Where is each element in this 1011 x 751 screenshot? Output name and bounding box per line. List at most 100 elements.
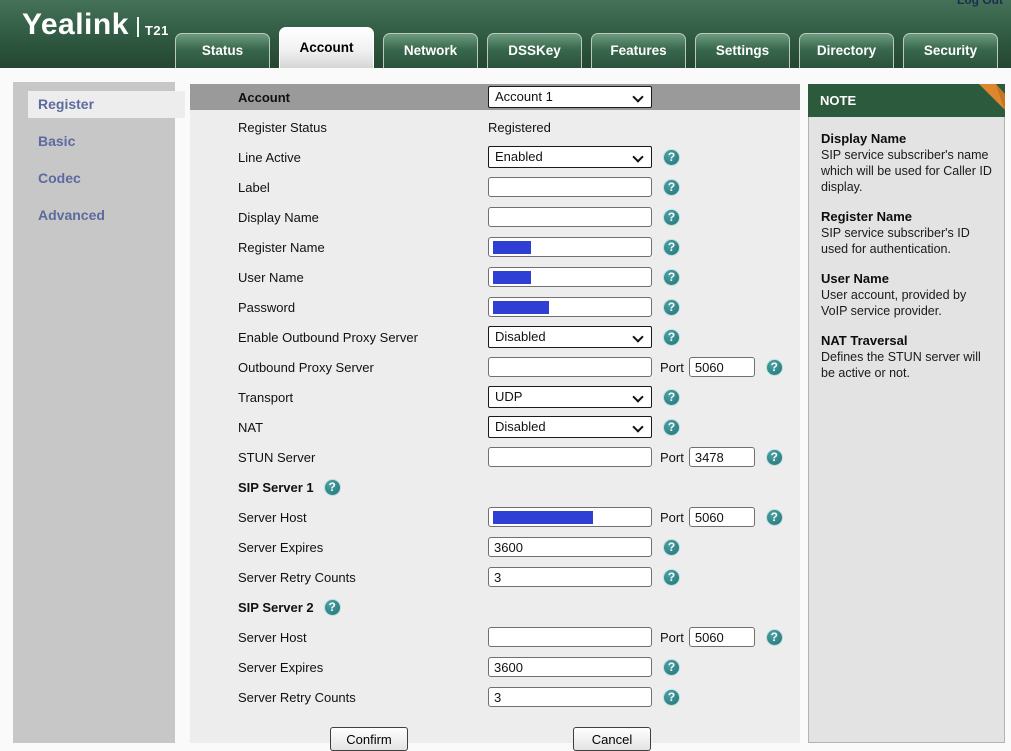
port-label: Port — [660, 510, 684, 525]
help-icon[interactable]: ? — [663, 689, 680, 706]
outbound-proxy-server-row: Outbound Proxy Server Port ? — [190, 352, 800, 382]
line-active-label: Line Active — [190, 150, 488, 165]
help-icon[interactable]: ? — [663, 299, 680, 316]
note-section-text: Defines the STUN server will be active o… — [821, 349, 994, 381]
help-icon[interactable]: ? — [663, 239, 680, 256]
sidebar-item-advanced[interactable]: Advanced — [28, 202, 175, 229]
outbound-proxy-port-input[interactable] — [689, 357, 755, 377]
sip2-server-expires-label: Server Expires — [190, 660, 488, 675]
sip2-server-host-input[interactable] — [488, 627, 652, 647]
nat-label: NAT — [190, 420, 488, 435]
transport-row: Transport UDP ? — [190, 382, 800, 412]
help-icon[interactable]: ? — [663, 209, 680, 226]
note-section-text: SIP service subscriber's name which will… — [821, 147, 994, 195]
outbound-proxy-server-input[interactable] — [488, 357, 652, 377]
help-icon[interactable]: ? — [766, 629, 783, 646]
note-section-text: User account, provided by VoIP service p… — [821, 287, 994, 319]
tab-security[interactable]: Security — [903, 33, 998, 68]
label-input[interactable] — [488, 177, 652, 197]
sip1-server-host-row: Server Host Port ? — [190, 502, 800, 532]
yealink-logo: Yealink T21 — [22, 10, 169, 40]
tab-dsskey[interactable]: DSSKey — [487, 33, 582, 68]
help-icon[interactable]: ? — [663, 419, 680, 436]
tab-features[interactable]: Features — [591, 33, 686, 68]
sidebar-item-codec[interactable]: Codec — [28, 165, 175, 192]
note-section-heading: NAT Traversal — [821, 333, 994, 348]
help-icon[interactable]: ? — [663, 149, 680, 166]
enable-outbound-proxy-select[interactable]: Disabled — [488, 326, 652, 348]
help-icon[interactable]: ? — [766, 359, 783, 376]
logout-link[interactable]: Log Out — [957, 0, 1003, 7]
tab-directory[interactable]: Directory — [799, 33, 894, 68]
tab-settings[interactable]: Settings — [695, 33, 790, 68]
register-status-label: Register Status — [190, 120, 488, 135]
note-title: NOTE — [820, 93, 856, 108]
help-icon[interactable]: ? — [663, 329, 680, 346]
sip2-server-expires-input[interactable] — [488, 657, 652, 677]
confirm-button[interactable]: Confirm — [330, 727, 408, 751]
sip2-server-expires-row: Server Expires ? — [190, 652, 800, 682]
help-icon[interactable]: ? — [766, 449, 783, 466]
user-name-label: User Name — [190, 270, 488, 285]
stun-port-input[interactable] — [689, 447, 755, 467]
stun-server-row: STUN Server Port ? — [190, 442, 800, 472]
label-row: Label ? — [190, 172, 800, 202]
tab-network[interactable]: Network — [383, 33, 478, 68]
account-select-value: Account 1 — [495, 89, 553, 104]
account-select[interactable]: Account 1 — [488, 86, 652, 108]
display-name-input[interactable] — [488, 207, 652, 227]
line-active-value: Enabled — [495, 149, 543, 164]
help-icon[interactable]: ? — [766, 509, 783, 526]
note-section-heading: Register Name — [821, 209, 994, 224]
sip2-port-input[interactable] — [689, 627, 755, 647]
help-icon[interactable]: ? — [324, 599, 341, 616]
main-nav-tabs: Status Account Network DSSKey Features S… — [175, 26, 998, 68]
note-panel: NOTE Display Name SIP service subscriber… — [808, 84, 1005, 743]
help-icon[interactable]: ? — [663, 179, 680, 196]
sip1-server-expires-input[interactable] — [488, 537, 652, 557]
nat-select[interactable]: Disabled — [488, 416, 652, 438]
sidebar-item-basic[interactable]: Basic — [28, 128, 175, 155]
help-icon[interactable]: ? — [663, 569, 680, 586]
register-name-label: Register Name — [190, 240, 488, 255]
sip2-server-retry-row: Server Retry Counts ? — [190, 682, 800, 712]
sip1-server-retry-input[interactable] — [488, 567, 652, 587]
left-sidebar: Register Basic Codec Advanced — [13, 82, 175, 743]
line-active-select[interactable]: Enabled — [488, 146, 652, 168]
sidebar-item-register[interactable]: Register — [28, 91, 185, 118]
port-label: Port — [660, 630, 684, 645]
note-section-heading: Display Name — [821, 131, 994, 146]
account-header-row: Account Account 1 — [190, 84, 800, 110]
sip1-server-retry-label: Server Retry Counts — [190, 570, 488, 585]
sip2-server-host-label: Server Host — [190, 630, 488, 645]
nat-value: Disabled — [495, 419, 546, 434]
register-form-panel: Account Account 1 Register Status Regist… — [190, 84, 800, 743]
nat-row: NAT Disabled ? — [190, 412, 800, 442]
help-icon[interactable]: ? — [663, 389, 680, 406]
sip2-server-retry-input[interactable] — [488, 687, 652, 707]
help-icon[interactable]: ? — [663, 539, 680, 556]
tab-account[interactable]: Account — [279, 27, 374, 68]
stun-server-input[interactable] — [488, 447, 652, 467]
redacted-value — [493, 241, 531, 254]
tab-status[interactable]: Status — [175, 33, 270, 68]
sip2-server-retry-label: Server Retry Counts — [190, 690, 488, 705]
enable-outbound-proxy-row: Enable Outbound Proxy Server Disabled ? — [190, 322, 800, 352]
outbound-proxy-server-label: Outbound Proxy Server — [190, 360, 488, 375]
logo-divider — [137, 17, 139, 37]
help-icon[interactable]: ? — [663, 659, 680, 676]
note-header: NOTE — [808, 84, 1005, 117]
account-label: Account — [190, 90, 488, 105]
sip-server-1-heading-row: SIP Server 1 ? — [190, 472, 800, 502]
stun-server-label: STUN Server — [190, 450, 488, 465]
transport-label: Transport — [190, 390, 488, 405]
sip1-server-host-label: Server Host — [190, 510, 488, 525]
sip1-port-input[interactable] — [689, 507, 755, 527]
help-icon[interactable]: ? — [324, 479, 341, 496]
sip-server-2-heading: SIP Server 2 — [190, 600, 314, 615]
help-icon[interactable]: ? — [663, 269, 680, 286]
redacted-value — [493, 271, 531, 284]
note-section: User Name User account, provided by VoIP… — [821, 271, 994, 319]
transport-select[interactable]: UDP — [488, 386, 652, 408]
cancel-button[interactable]: Cancel — [573, 727, 651, 751]
